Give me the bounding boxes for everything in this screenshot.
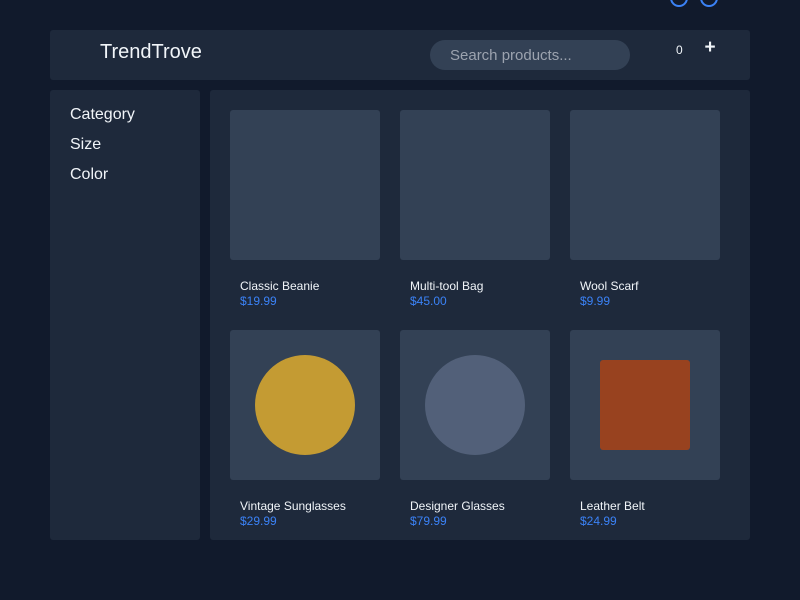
product-price: $29.99 bbox=[240, 514, 277, 528]
filter-color[interactable]: Color bbox=[70, 166, 108, 184]
product-name: Wool Scarf bbox=[580, 279, 639, 293]
circle-icon bbox=[425, 355, 525, 455]
product-price: $19.99 bbox=[240, 294, 277, 308]
status-circle-icon[interactable] bbox=[670, 0, 688, 7]
product-image[interactable] bbox=[400, 110, 550, 260]
header: TrendTrove 0 + bbox=[50, 30, 750, 80]
product-image[interactable] bbox=[400, 330, 550, 480]
filter-size[interactable]: Size bbox=[70, 136, 101, 154]
product-image[interactable] bbox=[570, 330, 720, 480]
product-image[interactable] bbox=[570, 110, 720, 260]
filter-category[interactable]: Category bbox=[70, 106, 135, 124]
product-price: $9.99 bbox=[580, 294, 611, 308]
product-name: Vintage Sunglasses bbox=[240, 499, 346, 513]
add-button[interactable]: + bbox=[702, 38, 718, 58]
search-input[interactable] bbox=[430, 40, 630, 70]
circle-icon bbox=[255, 355, 355, 455]
filter-sidebar: Category Size Color bbox=[50, 90, 200, 540]
square-icon bbox=[600, 360, 690, 450]
status-circle-icon[interactable] bbox=[700, 0, 718, 7]
page: TrendTrove 0 + Category Size Color Class… bbox=[0, 0, 800, 600]
product-image[interactable] bbox=[230, 110, 380, 260]
product-card[interactable]: Multi-tool Bag $45.00 bbox=[400, 110, 550, 310]
product-card[interactable]: Wool Scarf $9.99 bbox=[570, 110, 720, 310]
product-name: Designer Glasses bbox=[410, 499, 505, 513]
product-card[interactable]: Classic Beanie $19.99 bbox=[230, 110, 380, 310]
product-image[interactable] bbox=[230, 330, 380, 480]
product-grid: Classic Beanie $19.99 Multi-tool Bag $45… bbox=[210, 90, 750, 540]
cart-count: 0 bbox=[676, 43, 683, 57]
product-name: Leather Belt bbox=[580, 499, 645, 513]
product-card[interactable]: Vintage Sunglasses $29.99 bbox=[230, 330, 380, 530]
product-name: Classic Beanie bbox=[240, 279, 320, 293]
product-price: $24.99 bbox=[580, 514, 617, 528]
product-card[interactable]: Designer Glasses $79.99 bbox=[400, 330, 550, 530]
brand-logo[interactable]: TrendTrove bbox=[100, 41, 202, 64]
product-name: Multi-tool Bag bbox=[410, 279, 484, 293]
product-price: $79.99 bbox=[410, 514, 447, 528]
product-price: $45.00 bbox=[410, 294, 447, 308]
product-card[interactable]: Leather Belt $24.99 bbox=[570, 330, 720, 530]
